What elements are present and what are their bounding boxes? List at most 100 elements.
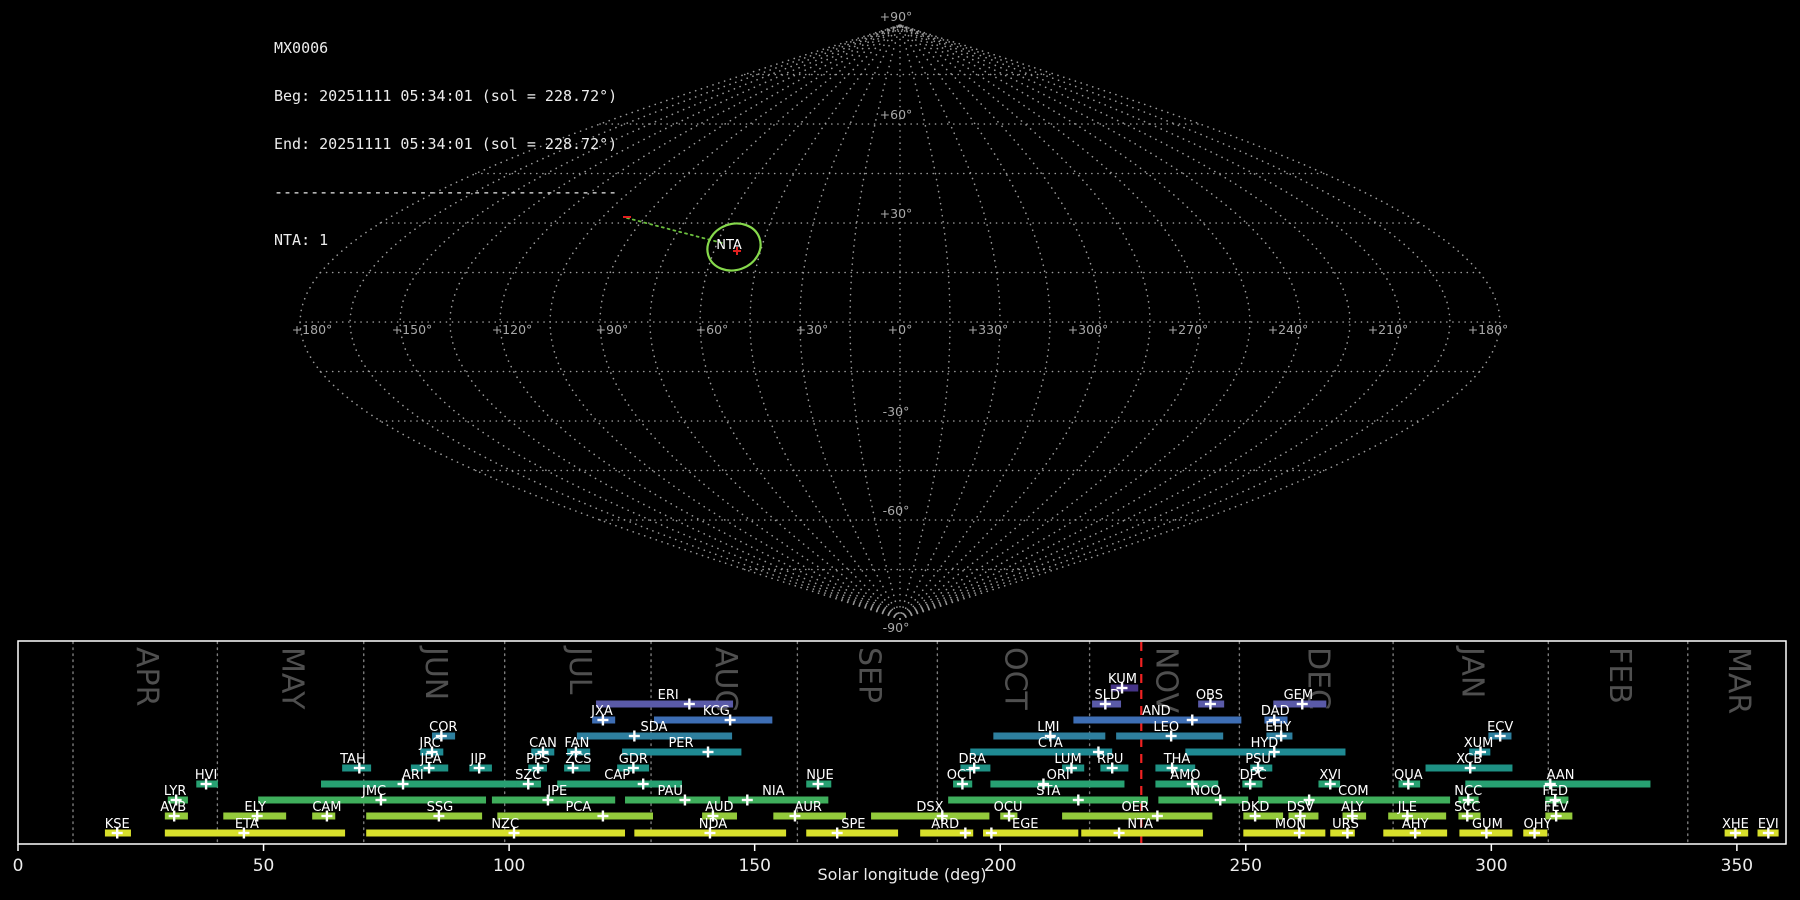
month-label: SEP	[851, 647, 886, 703]
lon-label: +270°	[1168, 322, 1209, 337]
lon-label: +240°	[1268, 322, 1309, 337]
month-label: MAR	[1721, 647, 1756, 714]
shower-code-FAN: FAN	[564, 736, 589, 751]
lon-label: +210°	[1368, 322, 1409, 337]
activity-timeline-chart: Solar longitude (deg) APRMAYJUNJULAUGSEP…	[0, 640, 1800, 900]
station-id: MX0006	[274, 40, 617, 56]
shower-code-AUR: AUR	[794, 800, 821, 815]
shower-code-DRA: DRA	[959, 752, 987, 767]
lon-label: +300°	[1068, 322, 1109, 337]
shower-code-SDA: SDA	[641, 720, 668, 735]
x-axis-label: Solar longitude (deg)	[818, 865, 987, 884]
shower-code-ARI: ARI	[402, 768, 424, 783]
lat-label: -60°	[883, 503, 910, 518]
shower-code-DSX: DSX	[916, 800, 943, 815]
shower-code-ARD: ARD	[931, 817, 959, 832]
lat-label: -30°	[883, 404, 910, 419]
shower-code-PCA: PCA	[565, 800, 591, 815]
shower-code-JRC: JRC	[418, 736, 440, 751]
shower-code-KSE: KSE	[105, 817, 130, 832]
shower-code-AUD: AUD	[705, 800, 733, 815]
shower-code-FED: FED	[1542, 784, 1568, 799]
shower-code-CAN: CAN	[529, 736, 557, 751]
end-time: End: 20251111 05:34:01 (sol = 228.72°)	[274, 136, 617, 152]
shower-code-OHY: OHY	[1524, 817, 1552, 832]
shower-code-QUA: QUA	[1394, 768, 1423, 783]
shower-code-DKD: DKD	[1241, 800, 1270, 815]
shower-code-SZC: SZC	[515, 768, 541, 783]
shower-code-AVB: AVB	[160, 800, 186, 815]
lat-label: +30°	[880, 206, 913, 221]
month-label: JUN	[418, 645, 453, 700]
shower-code-TAH: TAH	[339, 752, 366, 767]
shower-code-LUM: LUM	[1054, 752, 1081, 767]
shower-code-LYR: LYR	[164, 784, 187, 799]
shower-code-EHY: EHY	[1265, 720, 1291, 735]
sky-map: +180°+150°+120°+90°+60°+30°+0°+330°+300°…	[0, 0, 1800, 640]
shower-code-DAD: DAD	[1261, 704, 1290, 719]
lon-label: +150°	[392, 322, 433, 337]
shower-code-CAP: CAP	[604, 768, 630, 783]
shower-code-SPE: SPE	[841, 817, 865, 832]
shower-code-PAU: PAU	[657, 784, 682, 799]
shower-code-GDR: GDR	[619, 752, 648, 767]
shower-code-PPS: PPS	[526, 752, 550, 767]
shower-code-LMI: LMI	[1037, 720, 1059, 735]
axis-tick-label: 50	[253, 856, 275, 876]
shower-code-KCG: KCG	[703, 704, 730, 719]
radiant-nta: NTA	[623, 216, 767, 278]
shower-code-DSV: DSV	[1287, 800, 1314, 815]
shower-code-OCU: OCU	[994, 800, 1023, 815]
shower-code-NCC: NCC	[1454, 784, 1482, 799]
month-label: JUL	[562, 645, 597, 695]
lon-label: +180°	[1468, 322, 1509, 337]
shower-count: NTA: 1	[274, 232, 617, 248]
shower-code-EVI: EVI	[1758, 817, 1779, 832]
shower-code-JXA: JXA	[590, 704, 613, 719]
shower-code-PSU: PSU	[1245, 752, 1271, 767]
shower-code-JLE: JLE	[1397, 800, 1417, 815]
shower-code-ETA: ETA	[235, 817, 259, 832]
shower-code-JPE: JPE	[546, 784, 567, 799]
shower-code-COM: COM	[1338, 784, 1369, 799]
shower-code-RPU: RPU	[1097, 752, 1123, 767]
shower-code-XVI: XVI	[1319, 768, 1341, 783]
shower-code-GEM: GEM	[1284, 688, 1314, 703]
lon-label: +90°	[596, 322, 629, 337]
shower-code-HVI: HVI	[195, 768, 218, 783]
shower-code-URS: URS	[1332, 817, 1359, 832]
axis-tick-label: 200	[984, 856, 1016, 876]
month-label: MAY	[275, 647, 310, 710]
shower-code-COR: COR	[429, 720, 457, 735]
shower-code-ZCS: ZCS	[565, 752, 591, 767]
shower-code-AND: AND	[1142, 704, 1171, 719]
shower-code-THA: THA	[1163, 752, 1191, 767]
lon-label: +30°	[796, 322, 829, 337]
header-separator: --------------------------------------	[274, 184, 617, 200]
lon-label: +120°	[492, 322, 533, 337]
axis-tick-label: 150	[738, 856, 770, 876]
shower-code-DPC: DPC	[1240, 768, 1267, 783]
shower-code-FEV: FEV	[1544, 800, 1569, 815]
month-label: APR	[129, 647, 164, 706]
month-label: OCT	[997, 647, 1032, 711]
shower-code-GUM: GUM	[1472, 817, 1503, 832]
shower-code-PER: PER	[668, 736, 693, 751]
shower-code-SLD: SLD	[1095, 688, 1121, 703]
shower-code-AMO: AMO	[1170, 768, 1200, 783]
radiant-code-label: NTA	[716, 238, 742, 253]
shower-code-KUM: KUM	[1108, 672, 1137, 687]
shower-code-ECV: ECV	[1487, 720, 1513, 735]
observation-header: MX0006 Beg: 20251111 05:34:01 (sol = 228…	[274, 8, 617, 280]
shower-code-LEO: LEO	[1153, 720, 1179, 735]
shower-code-NTA: NTA	[1127, 817, 1153, 832]
lon-label: +0°	[888, 322, 913, 337]
lon-label: +180°	[292, 322, 333, 337]
shower-code-JMC: JMC	[361, 784, 386, 799]
shower-code-NIA: NIA	[762, 784, 785, 799]
shower-code-OER: OER	[1122, 800, 1149, 815]
shower-bar-SSG	[366, 813, 482, 820]
axis-tick-label: 100	[493, 856, 525, 876]
shower-code-SSG: SSG	[427, 800, 454, 815]
shower-code-ERI: ERI	[658, 688, 679, 703]
